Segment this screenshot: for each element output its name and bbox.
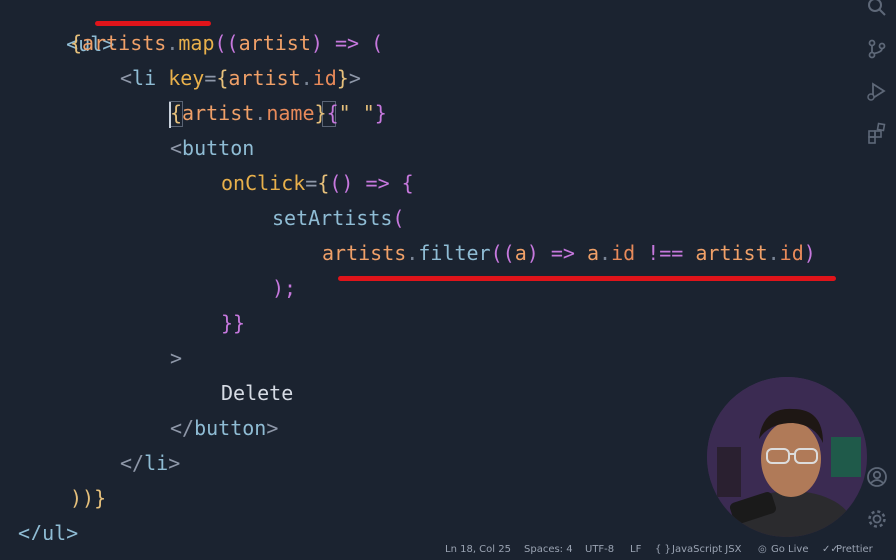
- extensions-icon[interactable]: [866, 122, 888, 144]
- code-token: artists: [322, 241, 407, 265]
- code-token: {: [216, 66, 229, 90]
- code-token: Delete: [221, 381, 294, 405]
- code-token: {: [170, 101, 183, 125]
- code-token: >: [266, 416, 279, 440]
- code-token: .: [406, 241, 419, 265]
- code-token: =>: [365, 171, 390, 195]
- code-token: !==: [647, 241, 684, 265]
- code-token: >: [348, 66, 361, 90]
- broadcast-icon: ◎: [758, 544, 767, 555]
- code-token: .: [254, 101, 267, 125]
- code-token: button: [194, 416, 267, 440]
- code-token: .: [767, 241, 780, 265]
- run-debug-icon[interactable]: [866, 80, 888, 102]
- code-token: <: [170, 136, 183, 160]
- code-token: artist: [182, 101, 255, 125]
- code-token: li: [144, 451, 169, 475]
- red-annotation-underline-2: [338, 276, 836, 281]
- code-token: key: [168, 66, 205, 90]
- code-line-15: ))}: [70, 481, 106, 516]
- code-token: ): [803, 241, 816, 265]
- code-line-6: onClick={() => {: [221, 166, 414, 201]
- code-token: ))}: [70, 486, 107, 510]
- code-line-14: </li>: [120, 446, 180, 481]
- code-token: artist: [228, 66, 301, 90]
- code-line-10: }}: [221, 306, 245, 341]
- code-token: {: [70, 31, 83, 55]
- code-token: filter: [418, 241, 491, 265]
- code-line-4: {artist.name}{" "}: [170, 96, 387, 131]
- code-token: button: [182, 136, 255, 160]
- code-token: id: [779, 241, 804, 265]
- code-token: id: [312, 66, 337, 90]
- code-token: );: [272, 276, 297, 300]
- cursor-position[interactable]: Ln 18, Col 25: [445, 540, 511, 560]
- code-token: =>: [550, 241, 575, 265]
- code-token: (): [329, 171, 354, 195]
- code-line-7: setArtists(: [272, 201, 404, 236]
- code-token: </: [120, 451, 145, 475]
- presenter-video-icon: [707, 377, 867, 537]
- code-token: id: [611, 241, 636, 265]
- code-token: ): [526, 241, 539, 265]
- code-token: artists: [82, 31, 167, 55]
- code-token: a: [586, 241, 600, 265]
- code-token: }: [314, 101, 327, 125]
- code-token: (: [371, 31, 384, 55]
- encoding-setting[interactable]: UTF-8: [585, 540, 614, 560]
- search-icon[interactable]: [866, 0, 888, 18]
- code-token: ): [310, 31, 323, 55]
- code-token: ((: [214, 31, 239, 55]
- code-line-5: <button: [170, 131, 254, 166]
- code-line-8: artists.filter((a) => a.id !== artist.id…: [322, 236, 816, 271]
- code-token: =>: [334, 31, 360, 55]
- go-live-button[interactable]: Go Live: [771, 540, 808, 560]
- eol-setting[interactable]: LF: [630, 540, 641, 560]
- code-token: </ul>: [18, 521, 79, 540]
- code-token: .: [300, 66, 313, 90]
- code-token: }: [374, 101, 387, 125]
- webcam-overlay: [707, 377, 867, 537]
- code-token: map: [178, 31, 215, 55]
- code-token: a: [514, 241, 527, 265]
- code-token: {: [317, 171, 330, 195]
- code-token: li: [132, 66, 157, 90]
- source-control-icon[interactable]: [866, 38, 888, 60]
- code-token: </: [170, 416, 195, 440]
- code-token: setArtists: [272, 206, 393, 230]
- account-icon[interactable]: [866, 466, 888, 488]
- code-token: }: [336, 66, 349, 90]
- code-line-16: </ul>: [18, 516, 78, 540]
- code-line-13: </button>: [170, 411, 278, 446]
- code-token: >: [168, 451, 181, 475]
- status-bar: Ln 18, Col 25 Spaces: 4 UTF-8 LF { } Jav…: [0, 540, 896, 560]
- code-token: {: [401, 171, 414, 195]
- prettier-button[interactable]: Prettier: [836, 540, 873, 560]
- code-token: name: [266, 101, 315, 125]
- code-line-9: );: [272, 271, 296, 306]
- code-line-12: Delete: [221, 376, 293, 411]
- code-token: artist: [238, 31, 311, 55]
- settings-gear-icon[interactable]: [866, 508, 888, 530]
- code-token: {: [326, 101, 339, 125]
- code-token: artist: [695, 241, 768, 265]
- code-token: onClick: [221, 171, 306, 195]
- code-line-3: <li key={artist.id}>: [120, 61, 361, 96]
- code-token: " ": [338, 101, 375, 125]
- code-token: ((: [490, 241, 515, 265]
- indentation-setting[interactable]: Spaces: 4: [524, 540, 573, 560]
- code-token: =: [204, 66, 217, 90]
- language-mode[interactable]: JavaScript JSX: [672, 540, 741, 560]
- code-line-2: {artists.map((artist) => (: [70, 26, 383, 61]
- code-token: =: [305, 171, 318, 195]
- code-token: >: [170, 346, 183, 370]
- code-line-11: >: [170, 341, 182, 376]
- code-token: .: [166, 31, 179, 55]
- code-token: (: [392, 206, 405, 230]
- braces-icon: { }: [655, 544, 671, 555]
- code-token: .: [599, 241, 612, 265]
- code-token: }}: [221, 311, 246, 335]
- code-token: <: [120, 66, 133, 90]
